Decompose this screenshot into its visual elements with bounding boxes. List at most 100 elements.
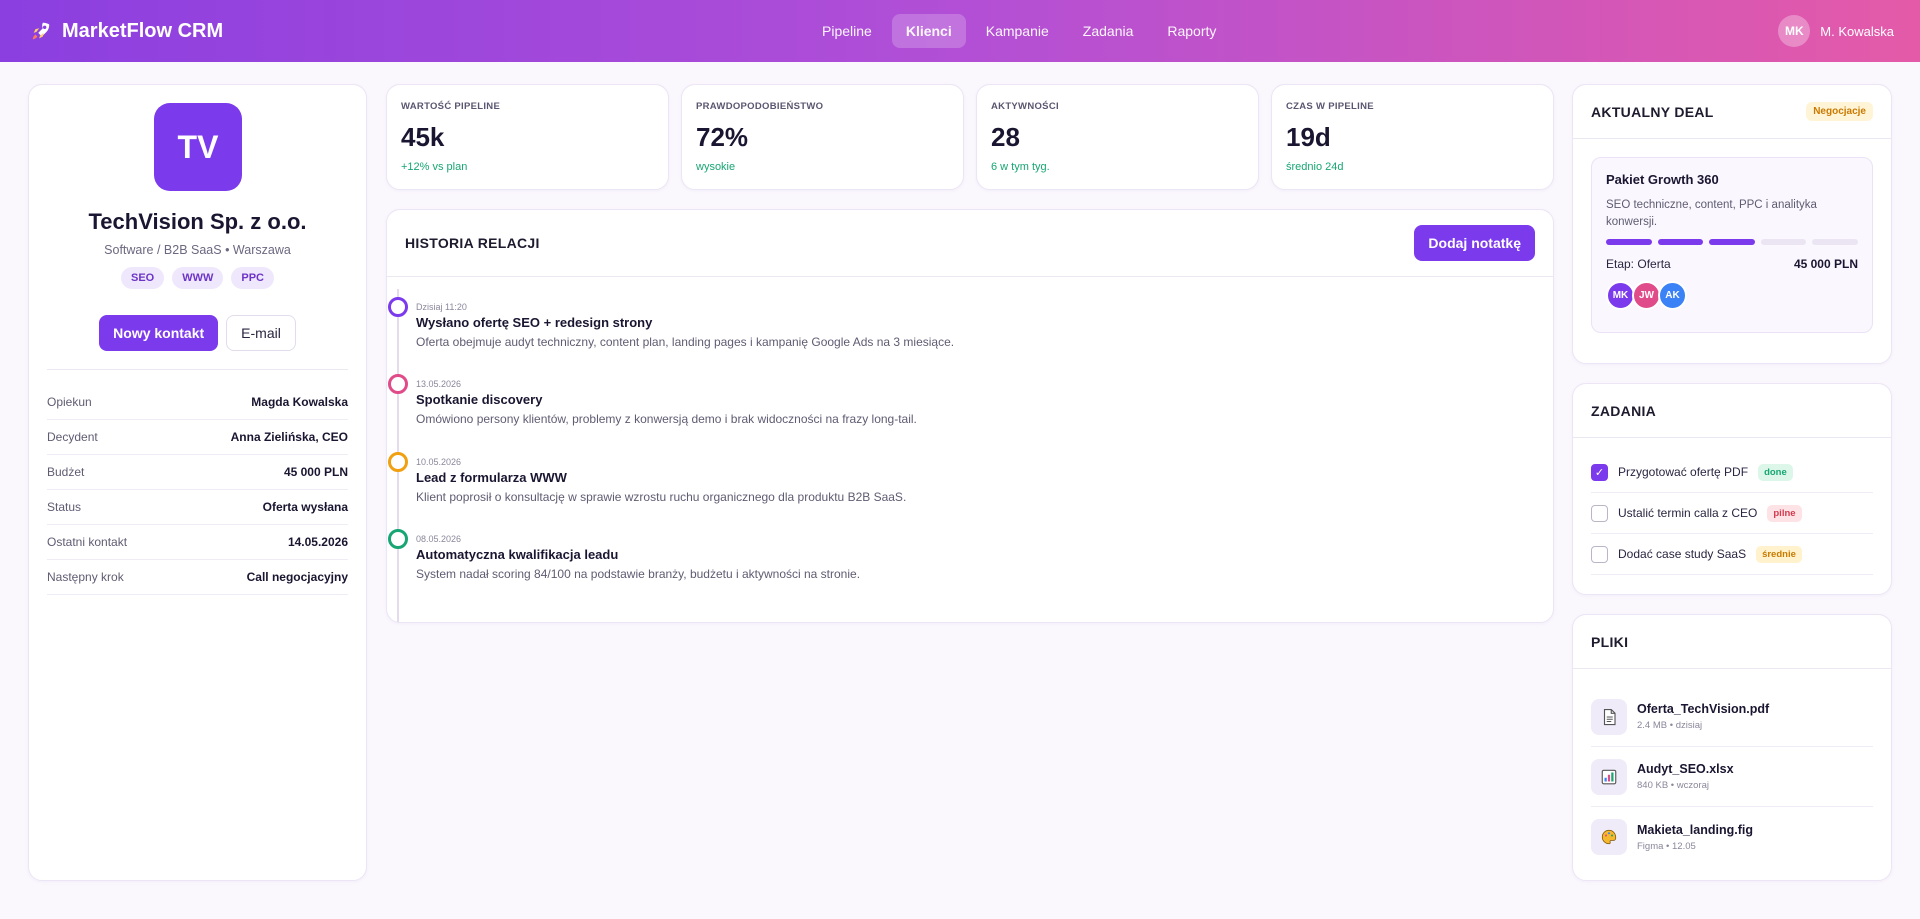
detail-value: Oferta wysłana <box>262 500 348 514</box>
client-subtitle: Software / B2B SaaS • Warszawa <box>104 243 291 257</box>
file-item[interactable]: Audyt_SEO.xlsx 840 KB • wczoraj <box>1591 747 1873 807</box>
file-name: Audyt_SEO.xlsx <box>1637 762 1734 776</box>
kpi-card-pipeline-value: WARTOŚĆ PIPELINE 45k +12% vs plan <box>386 84 669 190</box>
timeline: Dzisiaj 11:20 Wysłano ofertę SEO + redes… <box>387 277 1553 622</box>
current-deal-card: AKTUALNY DEAL Negocjacje Pakiet Growth 3… <box>1572 84 1892 364</box>
progress-segment <box>1709 239 1755 245</box>
email-button[interactable]: E-mail <box>226 315 296 351</box>
files-title: PLIKI <box>1591 633 1629 650</box>
relationship-history-card: HISTORIA RELACJI Dodaj notatkę Dzisiaj 1… <box>386 209 1554 623</box>
file-item[interactable]: Makieta_landing.fig Figma • 12.05 <box>1591 807 1873 867</box>
tag-www[interactable]: WWW <box>172 267 224 289</box>
detail-row-opiekun: Opiekun Magda Kowalska <box>47 385 348 420</box>
detail-value: Magda Kowalska <box>251 395 348 409</box>
file-meta: 2.4 MB • dzisiaj <box>1637 720 1703 731</box>
kpi-value: 45k <box>401 122 445 152</box>
checkbox[interactable] <box>1591 504 1608 522</box>
client-logo: TV <box>154 103 242 191</box>
top-navigation-bar: MarketFlow CRM Pipeline Klienci Kampanie… <box>0 0 1920 62</box>
nav-item-klienci[interactable]: Klienci <box>891 14 966 48</box>
status-badge: done <box>1758 463 1793 481</box>
timeline-item[interactable]: 13.05.2026 Spotkanie discovery Omówiono … <box>387 354 1553 426</box>
kpi-note: 6 w tym tyg. <box>991 161 1050 173</box>
palette-icon <box>1591 819 1627 855</box>
detail-value: Call negocjacyjny <box>246 570 348 584</box>
nav-item-pipeline[interactable]: Pipeline <box>808 14 886 48</box>
kpi-value: 19d <box>1286 122 1331 152</box>
add-note-button[interactable]: Dodaj notatkę <box>1414 225 1535 261</box>
main-nav: Pipeline Klienci Kampanie Zadania Raport… <box>808 14 1230 48</box>
detail-key: Decydent <box>47 430 98 444</box>
timeline-dot-icon <box>388 374 408 394</box>
client-profile-card: TV TechVision Sp. z o.o. Software / B2B … <box>28 84 367 881</box>
avatar[interactable]: AK <box>1658 281 1687 310</box>
tag-seo[interactable]: SEO <box>120 267 165 289</box>
avatar[interactable]: MK <box>1606 281 1635 310</box>
kpi-note: wysokie <box>696 161 736 173</box>
avatar: MK <box>1778 15 1811 47</box>
deal-stage: Etap: Oferta <box>1606 257 1671 271</box>
client-details: Opiekun Magda Kowalska Decydent Anna Zie… <box>47 385 348 595</box>
timeline-desc: Klient poprosił o konsultację w sprawie … <box>416 490 907 504</box>
kpi-label: AKTYWNOŚCI <box>991 101 1059 112</box>
file-meta: 840 KB • wczoraj <box>1637 780 1709 791</box>
timeline-title: Automatyczna kwalifikacja leadu <box>416 547 619 562</box>
task-label: Dodać case study SaaS <box>1618 547 1747 561</box>
detail-key: Ostatni kontakt <box>47 535 128 549</box>
file-item[interactable]: Oferta_TechVision.pdf 2.4 MB • dzisiaj <box>1591 687 1873 747</box>
nav-item-raporty[interactable]: Raporty <box>1153 14 1230 48</box>
deal-name: Pakiet Growth 360 <box>1606 172 1719 187</box>
profile-actions: Nowy kontakt E-mail <box>29 315 366 351</box>
progress-segment <box>1657 239 1704 245</box>
deal-progress <box>1606 239 1858 245</box>
kpi-card-time-in-pipeline: CZAS W PIPELINE 19d średnio 24d <box>1271 84 1554 190</box>
progress-segment <box>1812 239 1858 245</box>
detail-key: Opiekun <box>47 395 92 409</box>
avatar[interactable]: JW <box>1632 281 1661 310</box>
deal-summary[interactable]: Pakiet Growth 360 SEO techniczne, conten… <box>1591 157 1873 333</box>
detail-row-decydent: Decydent Anna Zielińska, CEO <box>47 420 348 455</box>
checkbox[interactable] <box>1591 545 1608 563</box>
detail-key: Następny krok <box>47 570 124 584</box>
timeline-date: 13.05.2026 <box>416 379 462 389</box>
timeline-item[interactable]: 10.05.2026 Lead z formularza WWW Klient … <box>387 432 1553 504</box>
tag-ppc[interactable]: PPC <box>231 267 274 289</box>
nav-item-zadania[interactable]: Zadania <box>1069 14 1148 48</box>
user-name: M. Kowalska <box>1820 23 1894 39</box>
kpi-card-probability: PRAWDOPODOBIEŃSTWO 72% wysokie <box>681 84 964 190</box>
kpi-card-activities: AKTYWNOŚCI 28 6 w tym tyg. <box>976 84 1259 190</box>
client-name: TechVision Sp. z o.o. <box>88 209 307 234</box>
deal-section-title: AKTUALNY DEAL <box>1591 103 1714 120</box>
task-label: Ustalić termin calla z CEO <box>1618 506 1758 520</box>
checkbox-checked[interactable]: ✓ <box>1591 463 1608 481</box>
user-menu[interactable]: MK M. Kowalska <box>1778 15 1894 47</box>
files-card: PLIKI Oferta_TechVision.pdf 2.4 MB • dzi… <box>1572 614 1892 881</box>
timeline-title: Spotkanie discovery <box>416 392 543 407</box>
status-badge: Negocjacje <box>1806 102 1873 121</box>
client-tags: SEO WWW PPC <box>29 267 366 289</box>
status-badge: średnie <box>1756 545 1802 563</box>
timeline-item[interactable]: 08.05.2026 Automatyczna kwalifikacja lea… <box>387 509 1553 581</box>
timeline-title: Wysłano ofertę SEO + redesign strony <box>416 315 653 330</box>
timeline-item[interactable]: Dzisiaj 11:20 Wysłano ofertę SEO + redes… <box>387 277 1553 349</box>
timeline-date: Dzisiaj 11:20 <box>416 302 467 312</box>
task-item: Dodać case study SaaS średnie <box>1591 534 1873 575</box>
history-header: HISTORIA RELACJI Dodaj notatkę <box>387 210 1553 277</box>
nav-item-kampanie[interactable]: Kampanie <box>972 14 1063 48</box>
tasks-header: ZADANIA <box>1573 384 1891 438</box>
app-brand[interactable]: MarketFlow CRM <box>30 0 223 62</box>
history-title: HISTORIA RELACJI <box>405 235 540 251</box>
kpi-note: średnio 24d <box>1286 161 1344 173</box>
kpi-label: CZAS W PIPELINE <box>1286 101 1374 112</box>
tasks-card: ZADANIA ✓ Przygotować ofertę PDF done Us… <box>1572 383 1892 595</box>
status-badge: pilne <box>1767 504 1802 522</box>
detail-row-status: Status Oferta wysłana <box>47 490 348 525</box>
timeline-date: 10.05.2026 <box>416 457 462 467</box>
timeline-dot-icon <box>388 297 408 317</box>
file-name: Oferta_TechVision.pdf <box>1637 702 1770 716</box>
detail-row-budzet: Budżet 45 000 PLN <box>47 455 348 490</box>
detail-value: 14.05.2026 <box>287 535 348 549</box>
file-list: Oferta_TechVision.pdf 2.4 MB • dzisiaj A… <box>1591 687 1873 867</box>
new-contact-button[interactable]: Nowy kontakt <box>99 315 219 351</box>
timeline-desc: Oferta obejmuje audyt techniczny, conten… <box>416 335 955 349</box>
